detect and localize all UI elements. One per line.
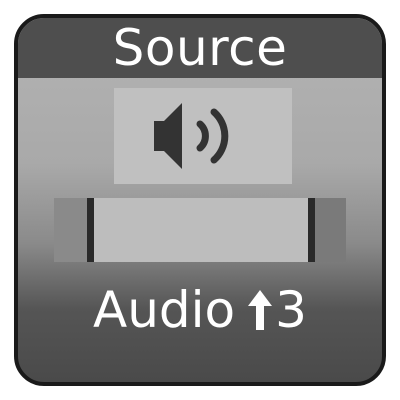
source-label: Audio xyxy=(93,281,236,339)
tile-title: Source xyxy=(112,19,288,77)
fader-left-end xyxy=(54,198,90,262)
tile-header: Source xyxy=(18,18,382,78)
speaker-panel xyxy=(114,88,292,184)
tile-footer: Audio 3 xyxy=(18,280,382,340)
source-number: 3 xyxy=(275,281,307,339)
fader-track[interactable] xyxy=(90,198,312,262)
arrow-up-icon xyxy=(247,288,273,332)
fader-right-stop xyxy=(308,198,315,262)
volume-fader[interactable] xyxy=(54,198,346,262)
fader-right-end xyxy=(312,198,346,262)
speaker-volume-icon xyxy=(154,103,229,169)
fader-left-stop xyxy=(87,198,94,262)
source-audio-tile[interactable]: Source Audio 3 xyxy=(14,14,386,386)
